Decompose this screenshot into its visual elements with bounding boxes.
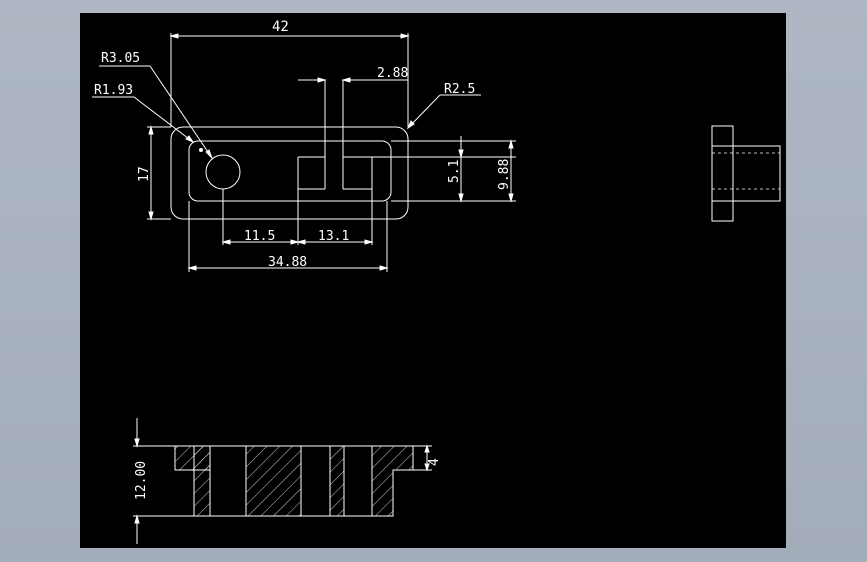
side-view	[711, 125, 781, 222]
hatch-right	[371, 445, 414, 517]
side-body	[732, 145, 781, 202]
dim-height: 17	[137, 166, 152, 182]
dim-slot-depth: 5.1	[447, 160, 462, 183]
leader-r305-diag	[149, 65, 213, 159]
dim-overall-width: 42	[272, 19, 289, 35]
window-frame: 42 R3.05 R1.93 2.88 R2.5 17 5.1 9.88 11.…	[0, 0, 867, 562]
hatch-slot-a	[329, 445, 345, 517]
dim-inner-width: 34.88	[268, 255, 307, 270]
dim-hole-offset: 11.5	[244, 229, 275, 244]
leader-r193-diag	[133, 96, 194, 143]
dim-front-height: 12.00	[134, 461, 149, 500]
hatch-center	[245, 445, 302, 517]
hole-small-circle	[199, 148, 203, 152]
dim-slot-width: 2.88	[377, 66, 408, 81]
inner-outline	[188, 140, 392, 202]
cad-drawing: 42 R3.05 R1.93 2.88 R2.5 17 5.1 9.88 11.…	[92, 19, 781, 544]
hatch-left	[193, 445, 211, 517]
hole-circle	[205, 154, 241, 190]
front-section-view	[133, 418, 432, 544]
dim-slot-height: 9.88	[497, 159, 512, 190]
drawing-canvas: 42 R3.05 R1.93 2.88 R2.5 17 5.1 9.88 11.…	[80, 13, 786, 548]
dim-radius-large: R3.05	[101, 51, 140, 66]
dim-corner-radius: R2.5	[444, 82, 475, 97]
dim-flange-thickness: 4	[427, 458, 442, 466]
side-flange	[711, 125, 734, 222]
dim-radius-small: R1.93	[94, 83, 133, 98]
top-view	[92, 33, 516, 272]
dim-slot-offset: 13.1	[318, 229, 349, 244]
